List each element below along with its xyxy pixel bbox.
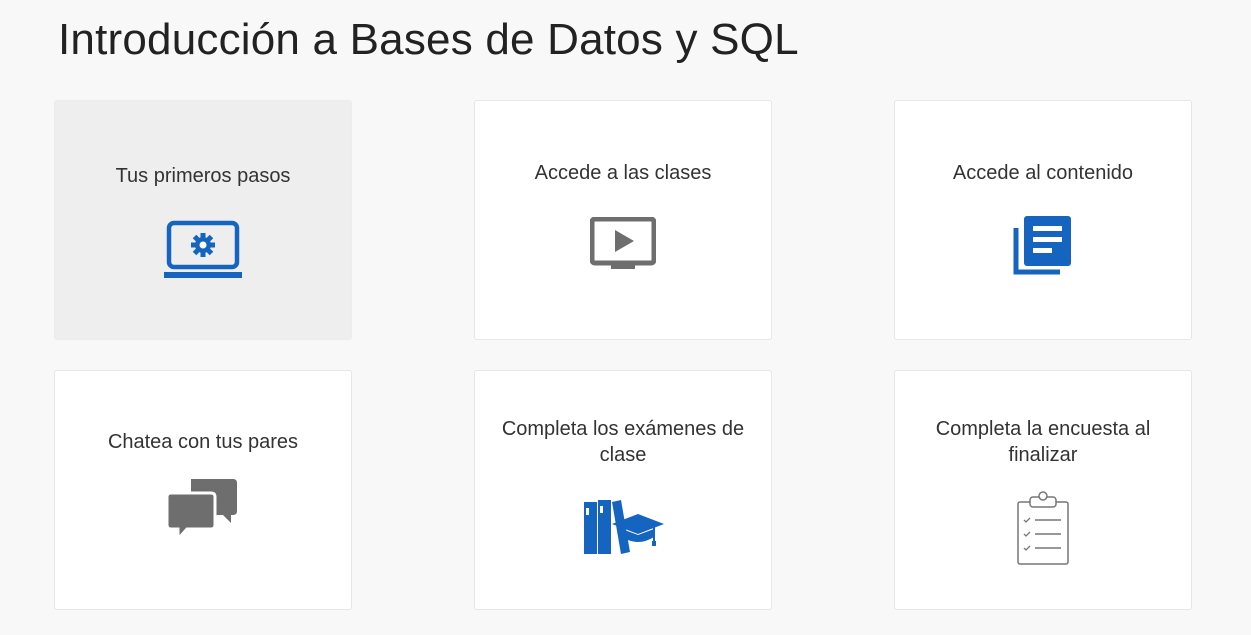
card-label: Accede al contenido bbox=[952, 162, 1134, 184]
card-label: Accede a las clases bbox=[534, 162, 712, 184]
chat-bubbles-icon bbox=[55, 477, 351, 543]
video-play-icon bbox=[475, 217, 771, 273]
card-encuesta[interactable]: Completa la encuesta al finalizar bbox=[894, 370, 1192, 610]
document-stack-icon bbox=[895, 214, 1191, 276]
card-examenes[interactable]: Completa los exámenes de clase bbox=[474, 370, 772, 610]
laptop-gear-icon bbox=[55, 219, 351, 281]
card-contenido[interactable]: Accede al contenido bbox=[894, 100, 1192, 340]
card-label: Chatea con tus pares bbox=[107, 431, 299, 453]
page-title: Introducción a Bases de Datos y SQL bbox=[58, 15, 799, 64]
books-graduation-cap-icon bbox=[475, 499, 771, 557]
card-label: Completa los exámenes de clase bbox=[501, 418, 745, 466]
card-label: Tus primeros pasos bbox=[115, 165, 291, 187]
card-primeros-pasos[interactable]: Tus primeros pasos bbox=[54, 100, 352, 340]
card-chat[interactable]: Chatea con tus pares bbox=[54, 370, 352, 610]
card-label: Completa la encuesta al finalizar bbox=[935, 418, 1151, 466]
clipboard-checklist-icon bbox=[895, 490, 1191, 566]
card-clases[interactable]: Accede a las clases bbox=[474, 100, 772, 340]
